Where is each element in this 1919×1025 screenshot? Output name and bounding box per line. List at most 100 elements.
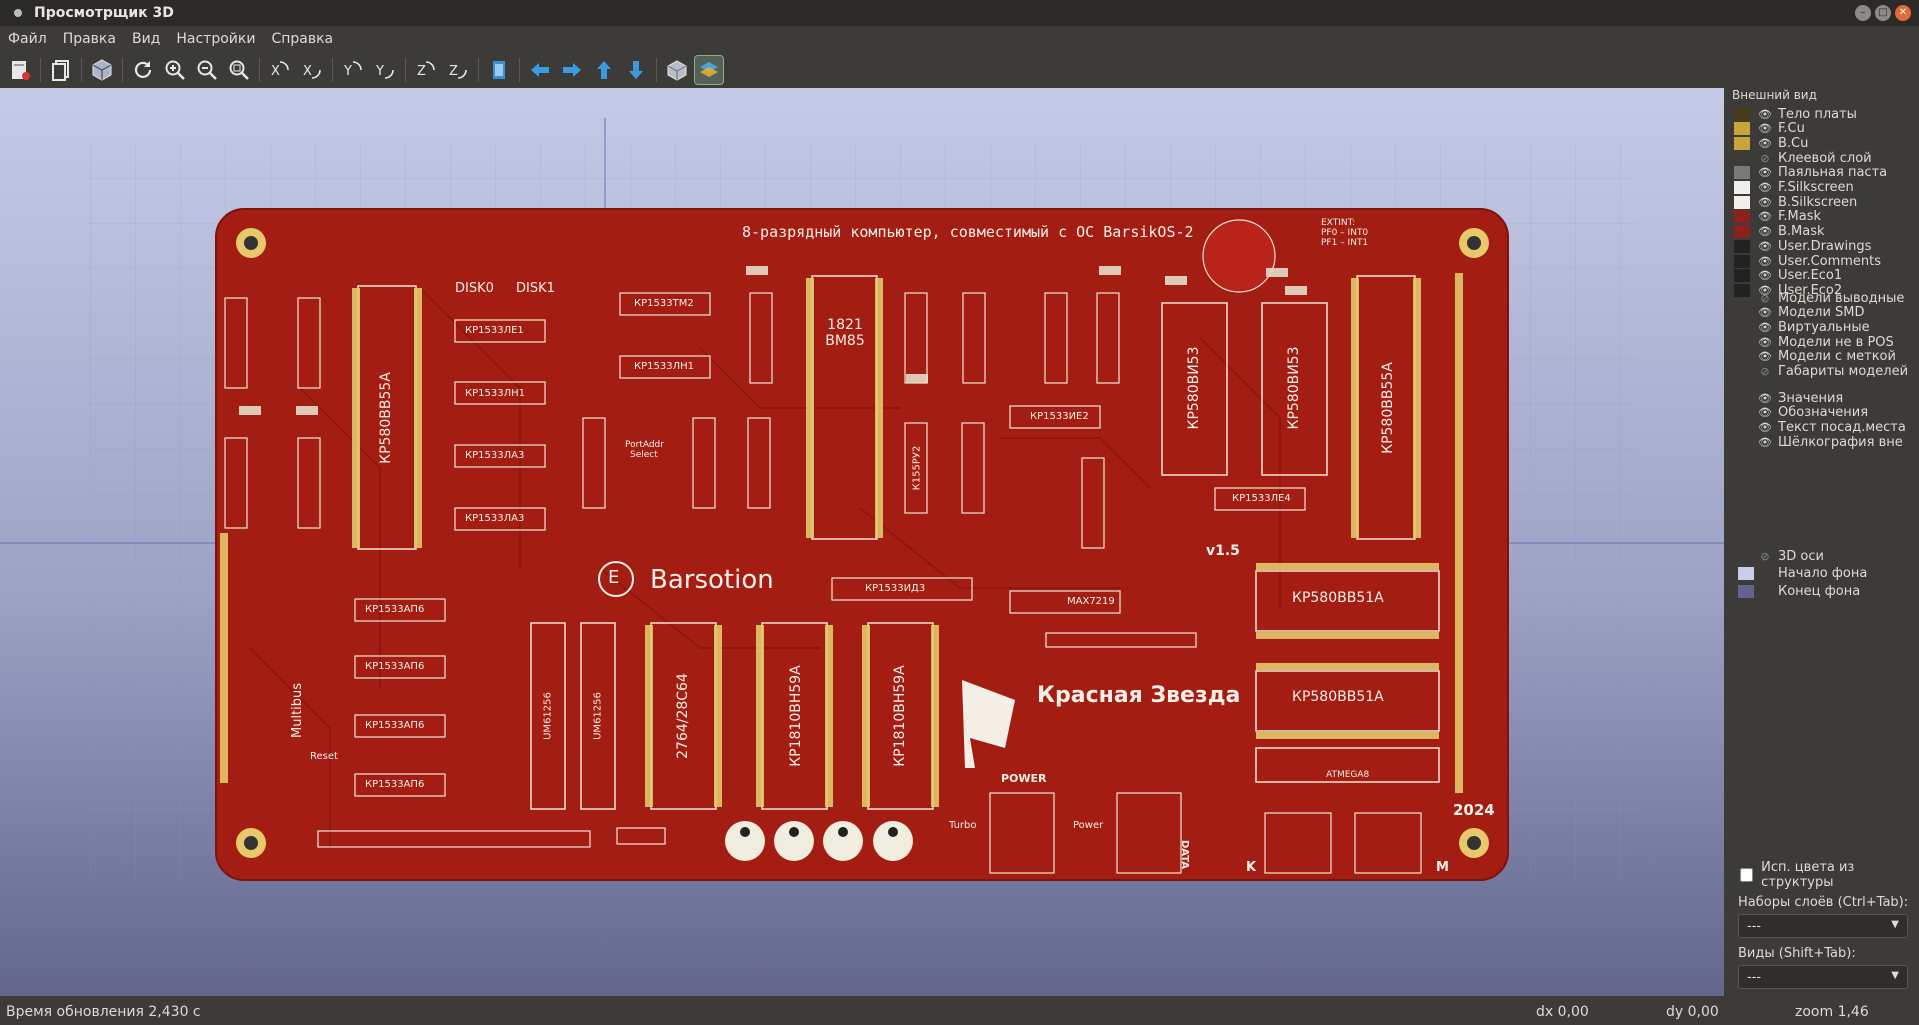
eye-icon[interactable]: 👁 <box>1758 196 1772 209</box>
color-swatch[interactable] <box>1734 225 1750 239</box>
chip-label: КР1533ЛН1 <box>465 388 525 399</box>
arrow-down-icon[interactable] <box>622 56 650 84</box>
3d-viewport[interactable]: 8-разрядный компьютер, совместимый с ОС … <box>0 88 1724 996</box>
rotate-y-cw-icon[interactable]: Y <box>339 56 367 84</box>
color-swatch[interactable] <box>1734 336 1750 349</box>
rotate-x-ccw-icon[interactable]: X <box>298 56 326 84</box>
flip-icon[interactable] <box>485 56 513 84</box>
disk0-label: DISK0 <box>455 281 494 296</box>
chip-label: КР1533АП6 <box>365 604 425 615</box>
zoom-fit-icon[interactable] <box>225 56 253 84</box>
model-row[interactable]: ⊘ Габариты моделей <box>1734 363 1908 381</box>
board-title: 8-разрядный компьютер, совместимый с ОС … <box>742 223 1194 241</box>
color-swatch[interactable] <box>1734 436 1750 449</box>
arrow-right-icon[interactable] <box>558 56 586 84</box>
color-swatch[interactable] <box>1734 321 1750 334</box>
eye-icon[interactable]: 👁 <box>1758 350 1772 363</box>
bg-end-swatch[interactable] <box>1738 585 1754 598</box>
box-icon[interactable] <box>88 56 116 84</box>
menu-file[interactable]: Файл <box>0 31 55 47</box>
eye-icon[interactable]: 👁 <box>1758 269 1772 282</box>
eye-icon[interactable]: 👁 <box>1758 225 1772 238</box>
close-button[interactable]: ✕ <box>1895 5 1911 21</box>
eye-icon[interactable]: 👁 <box>1758 406 1772 419</box>
chip-label: КР1810ВН59А <box>892 665 908 767</box>
color-swatch[interactable] <box>1734 122 1750 136</box>
chip-label: UM61256 <box>592 692 604 740</box>
eye-off-icon[interactable]: ⊘ <box>1758 292 1772 305</box>
zoom-out-icon[interactable] <box>193 56 221 84</box>
layer-sets-select[interactable]: --- ▼ <box>1738 914 1908 938</box>
menu-settings[interactable]: Настройки <box>168 31 263 47</box>
arrow-up-icon[interactable] <box>590 56 618 84</box>
color-swatch[interactable] <box>1734 392 1750 405</box>
eye-icon[interactable]: 👁 <box>1758 181 1772 194</box>
bg-start-swatch[interactable] <box>1738 567 1754 580</box>
rotate-z-cw-icon[interactable]: Z <box>412 56 440 84</box>
color-swatch[interactable] <box>1734 550 1750 563</box>
color-swatch[interactable] <box>1734 181 1750 194</box>
eye-icon[interactable]: 👁 <box>1758 436 1772 449</box>
eye-icon[interactable]: 👁 <box>1758 321 1772 334</box>
color-swatch[interactable] <box>1734 239 1750 253</box>
rotate-y-ccw-icon[interactable]: Y <box>371 56 399 84</box>
axes-row[interactable]: ⊘ 3D оси <box>1734 547 1824 565</box>
rotate-z-ccw-icon[interactable]: Z <box>444 56 472 84</box>
text-row[interactable]: 👁 Шёлкография вне <box>1734 433 1903 451</box>
eye-icon[interactable]: 👁 <box>1758 336 1772 349</box>
reload-icon[interactable] <box>129 56 157 84</box>
menu-view[interactable]: Вид <box>124 31 168 47</box>
eye-off-icon[interactable]: ⊘ <box>1758 365 1772 378</box>
color-swatch[interactable] <box>1734 292 1750 305</box>
eye-icon[interactable]: 👁 <box>1758 210 1772 223</box>
color-swatch[interactable] <box>1734 210 1750 224</box>
port-select-label: Select <box>630 450 658 460</box>
rotate-x-cw-icon[interactable]: X <box>266 56 294 84</box>
eye-icon[interactable]: 👁 <box>1758 392 1772 405</box>
eye-icon[interactable]: 👁 <box>1758 306 1772 319</box>
eye-icon[interactable]: 👁 <box>1758 421 1772 434</box>
eye-off-icon[interactable]: ⊘ <box>1758 550 1772 563</box>
maximize-button[interactable]: □ <box>1875 5 1891 21</box>
color-swatch[interactable] <box>1734 254 1750 268</box>
window-title: Просмотрщик 3D <box>34 5 174 21</box>
color-swatch[interactable] <box>1734 406 1750 419</box>
color-swatch[interactable] <box>1734 152 1750 165</box>
use-struct-colors-row[interactable]: Исп. цвета из структуры <box>1740 860 1919 890</box>
menu-help[interactable]: Справка <box>263 31 341 47</box>
arrow-left-icon[interactable] <box>526 56 554 84</box>
color-swatch[interactable] <box>1734 195 1750 209</box>
color-swatch[interactable] <box>1734 350 1750 363</box>
color-swatch[interactable] <box>1734 421 1750 434</box>
layer-label: 3D оси <box>1778 548 1824 564</box>
extint-2: PF0 – INT0 <box>1321 228 1369 238</box>
eye-off-icon[interactable]: ⊘ <box>1758 152 1772 165</box>
use-struct-colors-checkbox[interactable] <box>1740 868 1754 882</box>
export-icon[interactable] <box>6 56 34 84</box>
color-swatch[interactable] <box>1734 136 1750 150</box>
eye-icon[interactable]: 👁 <box>1758 166 1772 179</box>
brand-name: Barsotion <box>650 565 774 595</box>
layers-icon[interactable] <box>694 55 724 85</box>
color-swatch[interactable] <box>1734 166 1750 180</box>
chip-label: КР580ВВ51А <box>1292 689 1384 705</box>
svg-text:Z: Z <box>449 64 458 79</box>
eye-icon[interactable]: 👁 <box>1758 240 1772 253</box>
views-select[interactable]: --- ▼ <box>1738 965 1908 989</box>
minimize-button[interactable]: – <box>1855 5 1871 21</box>
copy-icon[interactable] <box>47 56 75 84</box>
chevron-down-icon: ▼ <box>1891 919 1899 930</box>
perspective-icon[interactable] <box>663 56 691 84</box>
eye-icon[interactable]: 👁 <box>1758 137 1772 150</box>
year-label: 2024 <box>1453 801 1495 819</box>
color-swatch[interactable] <box>1734 107 1750 121</box>
zoom-in-icon[interactable] <box>161 56 189 84</box>
color-swatch[interactable] <box>1734 306 1750 319</box>
eye-icon[interactable]: 👁 <box>1758 255 1772 268</box>
eye-icon[interactable]: 👁 <box>1758 108 1772 121</box>
eye-icon[interactable]: 👁 <box>1758 122 1772 135</box>
color-swatch[interactable] <box>1734 365 1750 378</box>
chip-label: 1821 ВМ85 <box>825 317 865 349</box>
menu-edit[interactable]: Правка <box>55 31 124 47</box>
color-swatch[interactable] <box>1734 269 1750 283</box>
